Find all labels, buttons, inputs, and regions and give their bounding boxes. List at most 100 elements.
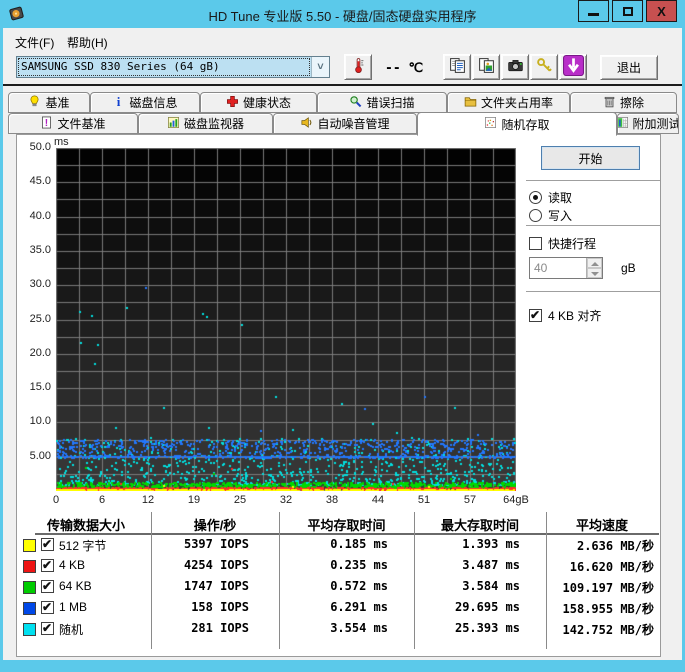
separator (526, 225, 660, 227)
info-icon: i (112, 95, 125, 111)
avg-speed-cell: 158.955 MB/秒 (546, 600, 654, 617)
ops-cell: 5397 IOPS (151, 537, 249, 551)
read-radio[interactable] (529, 191, 542, 204)
tab-label: 随机存取 (501, 116, 549, 133)
maximize-button[interactable] (612, 0, 643, 22)
max-access-cell: 1.393 ms (414, 537, 520, 551)
table-header: 平均速度 (546, 515, 658, 534)
y-tick-label: 35.0 (17, 244, 51, 256)
avg-speed-cell: 142.752 MB/秒 (546, 621, 654, 638)
tab-label: 错误扫描 (366, 94, 414, 111)
dropdown-arrow-icon[interactable] (311, 57, 329, 77)
avg-access-cell: 0.185 ms (279, 537, 388, 551)
exit-button[interactable]: 退出 (600, 55, 658, 80)
download-icon (563, 55, 584, 79)
x-tick-label: 12 (126, 494, 170, 506)
y-tick-label: 10.0 (17, 415, 51, 427)
y-tick-label: 30.0 (17, 278, 51, 290)
tab-label: 附加测试 (633, 115, 680, 132)
drive-select-value: SAMSUNG SSD 830 Series (64 gB) (17, 57, 311, 77)
write-mode-option[interactable]: 写入 (529, 207, 572, 224)
row-checkbox[interactable] (41, 601, 54, 614)
x-tick-label: 0 (34, 494, 78, 506)
row-checkbox[interactable] (41, 622, 54, 635)
max-access-cell: 3.584 ms (414, 579, 520, 593)
row-label: 1 MB (59, 600, 87, 614)
tab-label: 自动噪音管理 (317, 115, 389, 132)
maximize-icon (623, 7, 633, 16)
row-checkbox[interactable] (41, 538, 54, 551)
register-button[interactable] (530, 54, 558, 80)
tab-file-benchmark[interactable]: !文件基准 (8, 113, 138, 134)
screenshot-button[interactable] (501, 54, 529, 80)
tab-folder-usage[interactable]: 文件夹占用率 (447, 92, 570, 113)
copy-image-icon (478, 57, 495, 77)
ops-cell: 4254 IOPS (151, 558, 249, 572)
download-button[interactable] (559, 54, 587, 80)
spinner-down-icon[interactable] (587, 268, 602, 278)
copy-text-button[interactable] (443, 54, 471, 80)
short-stroke-label: 快捷行程 (548, 235, 596, 252)
max-access-cell: 3.487 ms (414, 558, 520, 572)
ops-cell: 1747 IOPS (151, 579, 249, 593)
svg-text:i: i (117, 95, 121, 108)
client-area: 文件(F) 帮助(H) SAMSUNG SSD 830 Series (64 g… (3, 28, 682, 660)
avg-speed-cell: 16.620 MB/秒 (546, 558, 654, 575)
close-button[interactable]: X (646, 0, 677, 22)
benchmark-icon (28, 95, 41, 111)
tab-benchmark[interactable]: 基准 (8, 92, 90, 113)
tab-label: 文件夹占用率 (481, 94, 553, 111)
read-mode-option[interactable]: 读取 (529, 189, 572, 206)
x-tick-label: 25 (218, 494, 262, 506)
scan-icon (349, 95, 362, 111)
table-header: 最大存取时间 (414, 515, 546, 534)
spinner-up-icon[interactable] (587, 258, 602, 268)
tab-label: 磁盘监视器 (184, 115, 244, 132)
camera-icon (507, 57, 524, 77)
capacity-spinner[interactable]: 40 (529, 257, 603, 279)
temperature-button[interactable] (344, 54, 372, 80)
capacity-unit-label: gB (621, 261, 636, 275)
row-checkbox[interactable] (41, 559, 54, 572)
minimize-icon (588, 13, 599, 16)
read-radio-label: 读取 (548, 189, 572, 206)
x-tick-label: 6 (80, 494, 124, 506)
tab-aam[interactable]: 自动噪音管理 (273, 113, 417, 134)
align-option[interactable]: 4 KB 对齐 (529, 307, 601, 324)
avg-speed-cell: 109.197 MB/秒 (546, 579, 654, 596)
tab-disk-monitor[interactable]: 磁盘监视器 (138, 113, 273, 134)
tab-disk-info[interactable]: i磁盘信息 (90, 92, 200, 113)
temperature-readout: -- ℃ (385, 61, 423, 76)
random-icon (484, 116, 497, 132)
avg-access-cell: 3.554 ms (279, 621, 388, 635)
menu-file[interactable]: 文件(F) (9, 32, 60, 53)
series-color-swatch (23, 581, 36, 594)
tab-erase[interactable]: 擦除 (570, 92, 677, 113)
menu-help[interactable]: 帮助(H) (61, 32, 114, 53)
table-header: 操作/秒 (151, 515, 279, 534)
x-tick-label: 38 (310, 494, 354, 506)
tab-random-access[interactable]: 随机存取 (417, 112, 617, 136)
minimize-button[interactable] (578, 0, 609, 22)
align-checkbox[interactable] (529, 309, 542, 322)
write-radio[interactable] (529, 209, 542, 222)
tab-health[interactable]: 健康状态 (200, 92, 317, 113)
tab-extra-tests[interactable]: 附加测试 (617, 113, 679, 134)
row-label: 512 字节 (59, 537, 106, 554)
short-stroke-option[interactable]: 快捷行程 (529, 235, 596, 252)
start-button[interactable]: 开始 (541, 146, 640, 170)
tab-label: 健康状态 (243, 94, 291, 111)
y-tick-label: 50.0 (17, 141, 51, 153)
table-header-underline (35, 533, 659, 535)
row-checkbox[interactable] (41, 580, 54, 593)
ops-cell: 281 IOPS (151, 621, 249, 635)
copy-image-button[interactable] (472, 54, 500, 80)
drive-select[interactable]: SAMSUNG SSD 830 Series (64 gB) (16, 56, 330, 78)
avg-speed-cell: 2.636 MB/秒 (546, 537, 654, 554)
write-radio-label: 写入 (548, 207, 572, 224)
close-icon: X (657, 5, 666, 18)
tab-error-scan[interactable]: 错误扫描 (317, 92, 447, 113)
ops-cell: 158 IOPS (151, 600, 249, 614)
short-stroke-checkbox[interactable] (529, 237, 542, 250)
x-tick-label: 32 (264, 494, 308, 506)
